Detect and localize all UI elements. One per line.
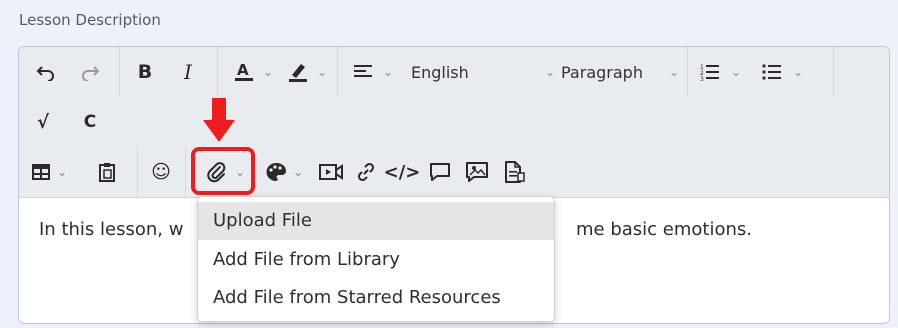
italic-button[interactable]: I bbox=[177, 47, 199, 97]
toolbar-separator bbox=[833, 47, 834, 97]
attachment-dropdown-menu: Upload File Add File from Library Add Fi… bbox=[197, 196, 555, 322]
chevron-down-icon[interactable]: ⌄ bbox=[383, 63, 393, 81]
ordered-list-icon[interactable]: 123 bbox=[697, 47, 723, 97]
chemistry-button[interactable]: C bbox=[79, 97, 101, 147]
link-icon[interactable] bbox=[353, 147, 379, 197]
toolbar-row-2: √ C bbox=[19, 97, 889, 148]
text-color-button[interactable]: A bbox=[231, 47, 257, 97]
toolbar-separator bbox=[687, 47, 688, 97]
chevron-down-icon[interactable]: ⌄ bbox=[263, 63, 273, 81]
chevron-down-icon[interactable]: ⌄ bbox=[293, 163, 303, 181]
table-icon[interactable] bbox=[29, 147, 53, 197]
chevron-down-icon[interactable]: ⌄ bbox=[669, 63, 679, 81]
chevron-down-icon[interactable]: ⌄ bbox=[57, 163, 67, 181]
content-text-left: In this lesson, w bbox=[39, 219, 184, 240]
toolbar-separator bbox=[137, 147, 138, 197]
upload-file-option[interactable]: Upload File bbox=[198, 202, 554, 240]
paste-icon[interactable] bbox=[95, 147, 119, 197]
toolbar-row-1: B I A ⌄ ⌄ ⌄ English ⌄ Paragraph ⌄ 123 ⌄ … bbox=[19, 47, 889, 98]
toolbar-separator bbox=[185, 147, 186, 197]
svg-text:A: A bbox=[237, 61, 249, 79]
language-select[interactable]: English bbox=[411, 47, 521, 97]
undo-icon[interactable] bbox=[33, 47, 59, 97]
bold-button[interactable]: B bbox=[133, 47, 157, 97]
toolbar-separator bbox=[119, 47, 120, 97]
add-file-from-starred-resources-option[interactable]: Add File from Starred Resources bbox=[198, 279, 554, 317]
toolbar-separator bbox=[337, 47, 338, 97]
file-text-icon[interactable] bbox=[501, 147, 527, 197]
red-arrow-down-icon bbox=[203, 98, 235, 142]
chevron-down-icon[interactable]: ⌄ bbox=[793, 63, 803, 81]
block-format-select[interactable]: Paragraph bbox=[561, 47, 671, 97]
math-sqrt-button[interactable]: √ bbox=[31, 97, 55, 147]
comment-icon[interactable] bbox=[427, 147, 453, 197]
align-left-icon[interactable] bbox=[349, 47, 377, 97]
svg-text:3: 3 bbox=[700, 76, 704, 81]
image-comment-icon[interactable] bbox=[463, 147, 491, 197]
palette-icon[interactable] bbox=[263, 147, 289, 197]
section-label: Lesson Description bbox=[19, 11, 161, 29]
bullet-list-icon[interactable] bbox=[759, 47, 785, 97]
chevron-down-icon[interactable]: ⌄ bbox=[731, 63, 741, 81]
add-file-from-library-option[interactable]: Add File from Library bbox=[198, 241, 554, 279]
highlight-pen-icon[interactable] bbox=[285, 47, 311, 97]
chevron-down-icon[interactable]: ⌄ bbox=[317, 63, 327, 81]
toolbar-row-3: ⌄ ☺ ⌄ ⌄ </> bbox=[19, 147, 889, 198]
video-icon[interactable] bbox=[317, 147, 345, 197]
emoji-icon[interactable]: ☺ bbox=[149, 147, 173, 197]
attachment-highlight-box bbox=[191, 147, 255, 195]
chevron-down-icon[interactable]: ⌄ bbox=[545, 63, 555, 81]
code-icon[interactable]: </> bbox=[384, 147, 421, 197]
redo-icon[interactable] bbox=[77, 47, 103, 97]
content-text-right: me basic emotions. bbox=[576, 219, 752, 240]
toolbar-separator bbox=[217, 47, 218, 97]
